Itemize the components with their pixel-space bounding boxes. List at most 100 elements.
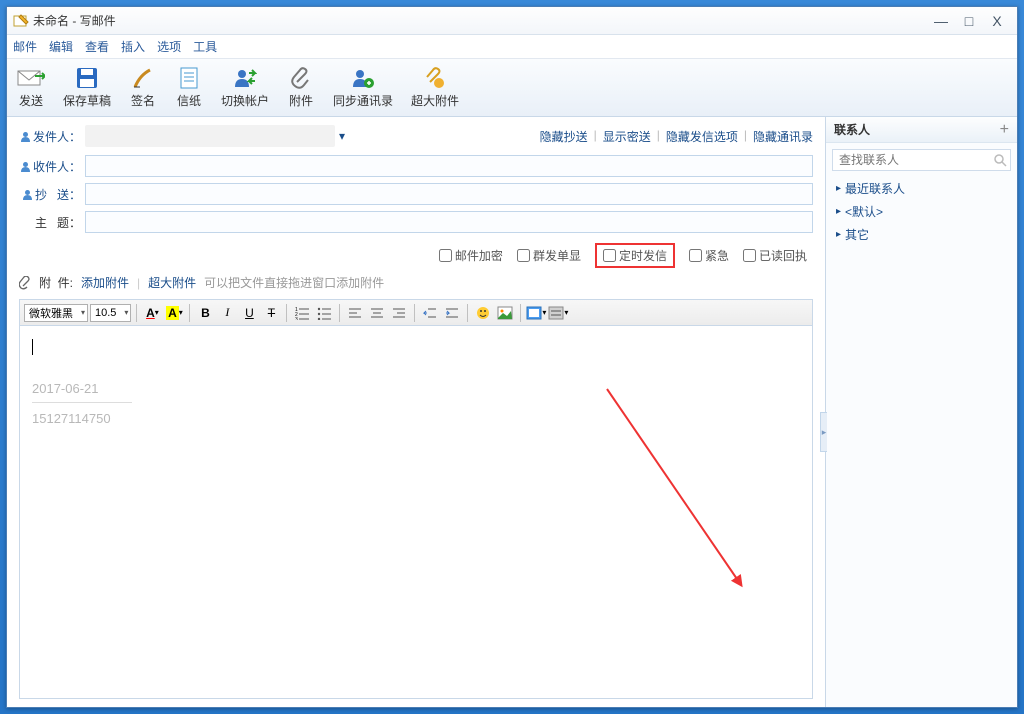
menu-tools[interactable]: 工具 [193, 38, 217, 55]
ordered-list-button[interactable]: 123 [292, 303, 312, 323]
align-right-button[interactable] [389, 303, 409, 323]
hide-cc-link[interactable]: 隐藏抄送 [540, 128, 588, 145]
italic-button[interactable]: I [217, 303, 237, 323]
subject-row: 主 题： [19, 211, 813, 233]
send-options-row: 邮件加密 群发单显 定时发信 紧急 已读回执 [19, 245, 813, 266]
image-button[interactable] [495, 303, 515, 323]
font-color-button[interactable]: A▾ [142, 303, 162, 323]
schedule-highlight: 定时发信 [595, 243, 675, 268]
person-icon [20, 131, 31, 142]
header-links: 隐藏抄送 | 显示密送 | 隐藏发信选项 | 隐藏通讯录 [540, 128, 813, 145]
sender-dropdown-icon[interactable]: ▾ [339, 129, 345, 143]
sender-label: 发件人： [19, 128, 81, 145]
font-size-selector[interactable]: 10.5 [90, 304, 131, 322]
compose-area: 发件人： ▾ 隐藏抄送 | 显示密送 | 隐藏发信选项 | 隐藏通讯录 收件人： [7, 117, 825, 707]
paperclip-icon [287, 66, 315, 90]
contacts-panel: 联系人 + ▸最近联系人 ▸<默认> ▸其它 [825, 117, 1017, 707]
body-area: 发件人： ▾ 隐藏抄送 | 显示密送 | 隐藏发信选项 | 隐藏通讯录 收件人： [7, 117, 1017, 707]
cc-label: 抄 送： [19, 186, 81, 203]
underline-button[interactable]: U [239, 303, 259, 323]
cc-row: 抄 送： [19, 183, 813, 205]
stationery-icon [175, 66, 203, 90]
paperclip-small-icon [19, 276, 31, 290]
text-cursor [32, 339, 33, 355]
single-show-checkbox[interactable]: 群发单显 [517, 247, 581, 264]
editor-body[interactable]: 2017-06-21 15127114750 [19, 325, 813, 699]
huge-attachment-button[interactable]: 超大附件 [411, 66, 459, 109]
window-title: 未命名 - 写邮件 [33, 12, 116, 29]
save-icon [73, 66, 101, 90]
person-icon [22, 189, 33, 200]
hide-send-options-link[interactable]: 隐藏发信选项 [666, 128, 738, 145]
receipt-checkbox[interactable]: 已读回执 [743, 247, 807, 264]
bold-button[interactable]: B [195, 303, 215, 323]
hide-contacts-link[interactable]: 隐藏通讯录 [753, 128, 813, 145]
signature-button[interactable]: 签名 [129, 66, 157, 109]
contact-group-recent[interactable]: ▸最近联系人 [826, 177, 1017, 200]
sync-contacts-button[interactable]: 同步通讯录 [333, 66, 393, 109]
close-button[interactable]: X [983, 11, 1011, 31]
contacts-header: 联系人 + [826, 117, 1017, 143]
stationery-button[interactable]: 信纸 [175, 66, 203, 109]
align-left-button[interactable] [345, 303, 365, 323]
sync-contacts-icon [349, 66, 377, 90]
compose-icon [13, 13, 29, 29]
sender-value[interactable] [85, 125, 335, 147]
show-bcc-link[interactable]: 显示密送 [603, 128, 651, 145]
attachment-button[interactable]: 附件 [287, 66, 315, 109]
menubar: 邮件 编辑 查看 插入 选项 工具 [7, 35, 1017, 59]
signature-phone: 15127114750 [32, 411, 800, 426]
recipient-input[interactable] [85, 155, 813, 177]
search-icon [994, 154, 1007, 167]
font-selector[interactable]: 微软雅黑 [24, 304, 88, 322]
signature-icon [129, 66, 157, 90]
schedule-checkbox[interactable]: 定时发信 [603, 247, 667, 264]
screenshot-button[interactable]: ▾ [526, 303, 546, 323]
align-center-button[interactable] [367, 303, 387, 323]
menu-edit[interactable]: 编辑 [49, 38, 73, 55]
menu-options[interactable]: 选项 [157, 38, 181, 55]
contact-group-default[interactable]: ▸<默认> [826, 200, 1017, 223]
editor-toolbar: 微软雅黑 10.5 A▾ A▾ B I U T 123 [19, 299, 813, 325]
person-icon [20, 161, 31, 172]
menu-mail[interactable]: 邮件 [13, 38, 37, 55]
recipient-row: 收件人： [19, 155, 813, 177]
menu-view[interactable]: 查看 [85, 38, 109, 55]
sender-row: 发件人： ▾ 隐藏抄送 | 显示密送 | 隐藏发信选项 | 隐藏通讯录 [19, 125, 813, 147]
more-button[interactable]: ▾ [548, 303, 568, 323]
send-button[interactable]: 发送 [17, 66, 45, 109]
contacts-search[interactable] [832, 149, 1011, 171]
save-draft-button[interactable]: 保存草稿 [63, 66, 111, 109]
panel-collapse-handle[interactable]: ▸ [820, 412, 827, 452]
unordered-list-button[interactable] [314, 303, 334, 323]
encrypt-checkbox[interactable]: 邮件加密 [439, 247, 503, 264]
signature-divider [32, 402, 132, 403]
background-color-button[interactable]: A▾ [164, 303, 184, 323]
attach-label: 附 件: [39, 274, 73, 291]
switch-account-button[interactable]: 切换帐户 [221, 66, 269, 109]
minimize-button[interactable]: — [927, 11, 955, 31]
maximize-button[interactable]: □ [955, 11, 983, 31]
toolbar: 发送 保存草稿 签名 信纸 切换帐户 附件 同步通讯录 超大附件 [7, 59, 1017, 117]
titlebar: 未命名 - 写邮件 — □ X [7, 7, 1017, 35]
subject-input[interactable] [85, 211, 813, 233]
emoji-button[interactable] [473, 303, 493, 323]
send-icon [17, 66, 45, 90]
add-contact-button[interactable]: + [1000, 121, 1009, 139]
huge-attach-icon [421, 66, 449, 90]
contact-group-other[interactable]: ▸其它 [826, 223, 1017, 246]
app-window: 未命名 - 写邮件 — □ X 邮件 编辑 查看 插入 选项 工具 发送 保存草… [6, 6, 1018, 708]
attach-hint: 可以把文件直接拖进窗口添加附件 [204, 274, 384, 291]
cc-input[interactable] [85, 183, 813, 205]
recipient-label: 收件人： [19, 158, 81, 175]
svg-text:3: 3 [295, 317, 298, 320]
strikethrough-button[interactable]: T [261, 303, 281, 323]
add-attachment-link[interactable]: 添加附件 [81, 274, 129, 291]
switch-account-icon [231, 66, 259, 90]
urgent-checkbox[interactable]: 紧急 [689, 247, 729, 264]
huge-attachment-link[interactable]: 超大附件 [148, 274, 196, 291]
outdent-button[interactable] [420, 303, 440, 323]
indent-button[interactable] [442, 303, 462, 323]
contacts-search-input[interactable] [839, 153, 994, 167]
menu-insert[interactable]: 插入 [121, 38, 145, 55]
